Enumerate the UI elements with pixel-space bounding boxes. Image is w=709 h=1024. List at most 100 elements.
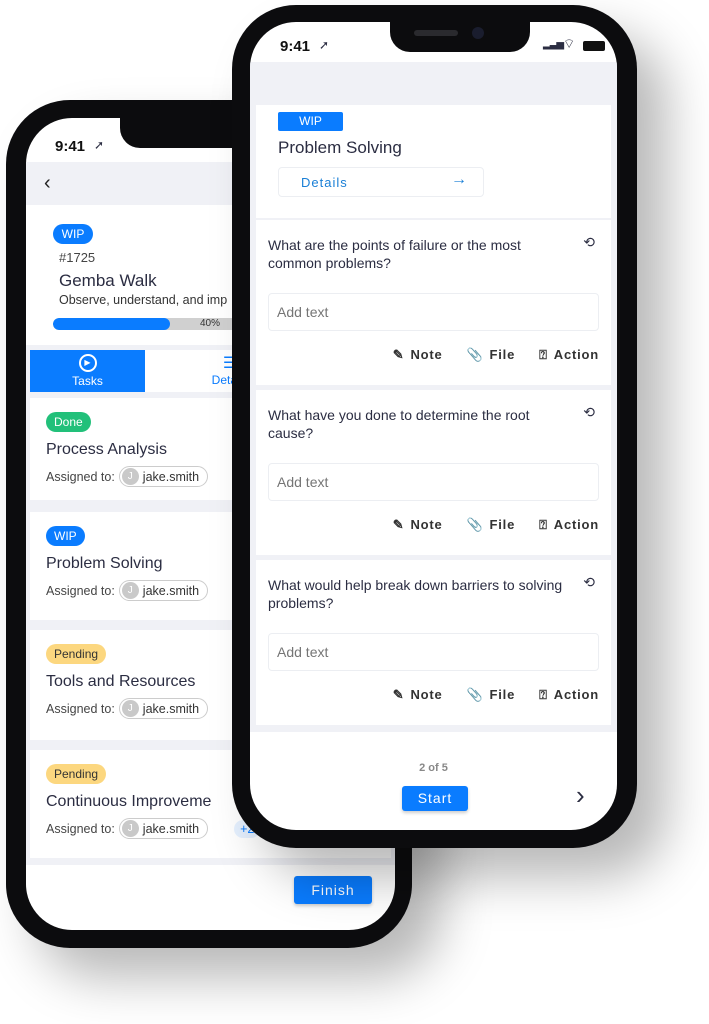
assigned-label: Assigned to: <box>46 583 115 598</box>
assignee-chip[interactable]: Jjake.smith <box>118 818 209 839</box>
assigned-label: Assigned to: <box>46 701 115 716</box>
paperclip-icon: 📎 <box>466 687 484 702</box>
right-phone: 9:41 ➚ ▂▃▅ ⌔ WIP Problem Solving Details… <box>232 5 637 848</box>
wifi-icon: ⌔ <box>563 36 576 51</box>
file-button[interactable]: 📎 File <box>467 347 516 363</box>
file-button[interactable]: 📎 File <box>467 687 516 703</box>
battery-icon <box>583 41 605 51</box>
details-label: Details <box>301 175 348 190</box>
checklist-number: #1725 <box>59 250 96 265</box>
history-icon[interactable]: ⟲ <box>583 574 595 591</box>
start-button[interactable]: Start <box>402 786 468 811</box>
question-card: What have you done to determine the root… <box>256 390 611 555</box>
answer-input[interactable] <box>268 463 599 501</box>
question-card: What would help break down barriers to s… <box>256 560 611 725</box>
pencil-icon: ✎ <box>392 517 405 532</box>
right-screen: 9:41 ➚ ▂▃▅ ⌔ WIP Problem Solving Details… <box>250 22 617 830</box>
file-button[interactable]: 📎 File <box>467 517 516 533</box>
file-label: File <box>489 687 516 702</box>
assignee-chip[interactable]: Jjake.smith <box>118 698 209 719</box>
pencil-icon: ✎ <box>392 347 405 362</box>
signal-icon: ▂▃▅ <box>543 39 564 50</box>
assignee-name: jake.smith <box>142 583 200 598</box>
status-badge: WIP <box>46 526 85 546</box>
status-badge: Pending <box>46 644 107 664</box>
assignee-row: Assigned to: Jjake.smith <box>46 466 209 487</box>
status-badge: Pending <box>46 764 107 784</box>
assigned-label: Assigned to: <box>46 821 115 836</box>
status-badge: Done <box>46 412 91 432</box>
checklist-subtitle: Observe, understand, and imp <box>59 293 228 307</box>
status-badge: WIP <box>53 224 93 244</box>
notch <box>390 22 530 52</box>
history-icon[interactable]: ⟲ <box>583 404 595 421</box>
feedback-icon: ⍰ <box>539 347 548 362</box>
pager-text: 2 of 5 <box>419 762 448 774</box>
question-card: What are the points of failure or the mo… <box>256 220 611 385</box>
paperclip-icon: 📎 <box>466 347 484 362</box>
assignee-row: Assigned to: Jjake.smith +2 <box>46 818 261 839</box>
note-label: Note <box>410 687 443 702</box>
progress-label: 40% <box>200 318 221 329</box>
action-button[interactable]: ⍰ Action <box>539 687 599 703</box>
note-label: Note <box>410 517 443 532</box>
status-time: 9:41 <box>280 38 311 55</box>
progress-fill <box>53 318 170 330</box>
question-text: What would help break down barriers to s… <box>268 577 563 611</box>
action-label: Action <box>553 517 599 532</box>
speaker <box>414 30 458 36</box>
answer-input[interactable] <box>268 633 599 671</box>
tab-tasks[interactable]: ▶ Tasks <box>30 350 145 392</box>
note-button[interactable]: ✎ Note <box>393 687 443 703</box>
avatar: J <box>121 700 139 717</box>
chevron-right-icon[interactable]: › <box>576 780 585 811</box>
avatar: J <box>121 468 139 485</box>
details-button[interactable]: Details → <box>278 167 484 197</box>
status-time: 9:41 <box>55 138 86 155</box>
assignee-name: jake.smith <box>142 701 200 716</box>
note-label: Note <box>410 347 443 362</box>
task-title: Problem Solving <box>278 138 402 157</box>
answer-input[interactable] <box>268 293 599 331</box>
question-text: What have you done to determine the root… <box>268 407 530 441</box>
note-button[interactable]: ✎ Note <box>393 517 443 533</box>
arrow-right-icon: → <box>451 171 467 188</box>
task-title: Continuous Improveme <box>46 793 212 810</box>
assignee-name: jake.smith <box>142 469 200 484</box>
avatar: J <box>121 582 139 599</box>
tab-label: Tasks <box>72 374 103 388</box>
assignee-name: jake.smith <box>142 821 200 836</box>
assigned-label: Assigned to: <box>46 469 115 484</box>
action-button[interactable]: ⍰ Action <box>539 347 599 363</box>
play-circle-icon: ▶ <box>78 354 97 372</box>
task-title: Problem Solving <box>46 555 163 572</box>
note-button[interactable]: ✎ Note <box>393 347 443 363</box>
location-arrow-icon: ➚ <box>319 38 330 52</box>
action-label: Action <box>553 347 599 362</box>
feedback-icon: ⍰ <box>539 517 548 532</box>
camera <box>472 27 484 39</box>
file-label: File <box>489 347 516 362</box>
question-text: What are the points of failure or the mo… <box>268 237 521 271</box>
action-button[interactable]: ⍰ Action <box>539 517 599 533</box>
assignee-row: Assigned to: Jjake.smith <box>46 580 209 601</box>
task-title: Tools and Resources <box>46 673 196 690</box>
paperclip-icon: 📎 <box>466 517 484 532</box>
action-row: ✎ Note 📎 File ⍰ Action <box>393 517 599 533</box>
finish-button[interactable]: Finish <box>294 876 372 904</box>
task-title: Process Analysis <box>46 441 167 458</box>
checklist-title: Gemba Walk <box>59 271 157 290</box>
task-header-card: WIP Problem Solving Details → <box>256 105 611 218</box>
assignee-chip[interactable]: Jjake.smith <box>118 466 209 487</box>
location-arrow-icon: ➚ <box>94 138 105 152</box>
status-badge: WIP <box>278 112 343 131</box>
action-row: ✎ Note 📎 File ⍰ Action <box>393 687 599 703</box>
assignee-chip[interactable]: Jjake.smith <box>118 580 209 601</box>
back-chevron-icon[interactable]: ‹ <box>44 172 51 195</box>
pencil-icon: ✎ <box>392 687 405 702</box>
action-label: Action <box>553 687 599 702</box>
history-icon[interactable]: ⟲ <box>583 234 595 251</box>
file-label: File <box>489 517 516 532</box>
avatar: J <box>121 820 139 837</box>
feedback-icon: ⍰ <box>539 687 548 702</box>
